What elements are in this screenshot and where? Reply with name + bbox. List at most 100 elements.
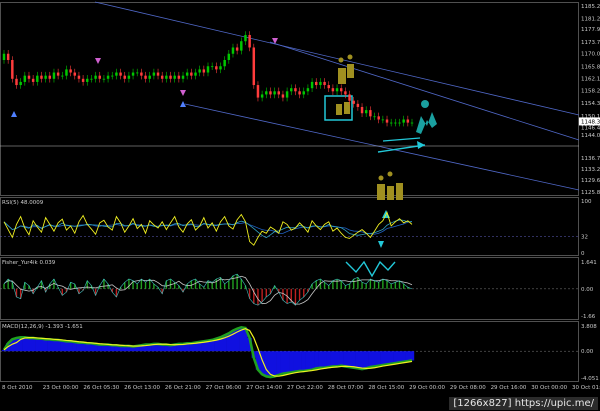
candle-body [165, 75, 168, 79]
candle-body [156, 72, 160, 76]
upic-watermark: [1266x827] https://upic.me/ [449, 397, 598, 410]
macd-histogram-bar [64, 341, 69, 352]
candle-body [173, 75, 176, 79]
candle-body [310, 81, 314, 89]
candle-body [73, 72, 77, 76]
time-tick-label: 27 Oct 14:00 [246, 385, 282, 391]
candle-body [406, 119, 410, 123]
candle-body [52, 72, 56, 79]
candle-body [198, 69, 201, 73]
time-tick-label: 26 Oct 21:00 [165, 385, 201, 391]
candle-body [389, 122, 393, 124]
time-tick-label: 28 Oct 07:00 [328, 385, 364, 391]
candle-body [319, 81, 322, 86]
candle-body [140, 72, 143, 76]
candle-body [169, 75, 172, 79]
candle-body [231, 47, 235, 54]
candle-body [294, 88, 297, 92]
candle-body [377, 116, 380, 120]
indicator-tick-label: -1.66 [581, 314, 596, 320]
indicator-tick-label: 0 [581, 251, 585, 257]
macd-histogram-bar [393, 351, 398, 364]
candle-body [94, 75, 97, 79]
candle-body [11, 60, 14, 79]
candle-body [27, 75, 31, 79]
candle-body [356, 103, 360, 107]
indicator-tick-label: 100 [581, 199, 592, 205]
candle-body [315, 81, 318, 86]
price-tick-label: 1173.71 [581, 40, 600, 46]
price-tick-label: 1165.87 [581, 65, 600, 71]
candle-body [115, 72, 118, 76]
candle-body [290, 88, 293, 92]
macd-histogram-bar [309, 351, 315, 370]
candle-body [127, 75, 131, 79]
macd-histogram-bar [372, 351, 377, 367]
time-tick-label: 29 Oct 16:00 [491, 385, 527, 391]
macd-histogram-bar [14, 337, 19, 352]
candle-body [373, 116, 376, 118]
candle-body [360, 106, 364, 114]
candle-body [298, 91, 301, 95]
macd-histogram-bar [359, 351, 365, 370]
candle-body [111, 75, 114, 77]
current-price-label: 1148.38 [581, 119, 600, 125]
candle-body [152, 72, 156, 76]
macd-histogram-bar [305, 351, 311, 371]
price-tick-label: 1170.00 [581, 52, 600, 58]
candle-body [19, 81, 22, 86]
price-tick-label: 1133.25 [581, 167, 600, 173]
candle-body [277, 91, 281, 95]
indicator-tick-label: 32 [581, 234, 588, 240]
candle-body [302, 91, 305, 95]
candle-body [244, 34, 247, 42]
time-tick-label: 26 Oct 05:30 [83, 385, 119, 391]
time-tick-label: 26 Oct 13:00 [124, 385, 160, 391]
macd-histogram-bar [339, 351, 344, 366]
price-tick-label: 1144.04 [581, 133, 600, 139]
macd-histogram-bar [322, 351, 327, 368]
macd-histogram-bar [60, 340, 65, 352]
candle-body [131, 72, 135, 76]
candle-body [2, 53, 6, 61]
price-tick-label: 1162.10 [581, 76, 600, 82]
candle-body [40, 75, 43, 79]
candle-body [344, 91, 347, 95]
candle-body [240, 41, 243, 51]
price-tick-label: 1185.25 [581, 4, 600, 10]
indicator-tick-label: 1.641 [581, 260, 597, 266]
candle-body [77, 75, 81, 79]
candle-body [44, 75, 47, 79]
time-tick-label: 29 Oct 08:00 [450, 385, 486, 391]
candle-body [123, 75, 126, 79]
candle-body [177, 75, 181, 79]
indicator-tick-label: 0.00 [581, 287, 594, 293]
price-tick-label: 1129.63 [581, 178, 600, 184]
candle-body [119, 72, 122, 76]
macd-histogram-bar [39, 338, 44, 352]
candle-body [206, 66, 210, 73]
candle-body [323, 81, 326, 86]
candle-body [106, 75, 110, 79]
candle-body [219, 66, 222, 70]
macd-histogram-bar [376, 351, 381, 366]
macd-histogram-bar [355, 351, 361, 369]
price-tick-label: 1177.95 [581, 27, 600, 33]
time-tick-label: 28 Oct 15:00 [368, 385, 404, 391]
candle-body [160, 75, 164, 79]
candle-body [194, 72, 197, 76]
macd-histogram-bar [1, 349, 7, 352]
macd-histogram-bar [401, 351, 406, 362]
macd-histogram-bar [384, 351, 390, 365]
macd-histogram-bar [22, 337, 28, 352]
candle-body [398, 122, 401, 124]
time-tick-label: 8 Oct 2010 [2, 385, 33, 391]
macd-histogram-bar [334, 351, 340, 367]
price-tick-label: 1146.45 [581, 125, 600, 131]
candle-body [223, 60, 226, 67]
rsi-title: RSI(5) 48.0009 [2, 200, 44, 206]
time-tick-label: 30 Oct 00:00 [531, 385, 567, 391]
time-tick-label: 27 Oct 22:00 [287, 385, 323, 391]
candle-body [36, 75, 39, 82]
candle-body [135, 72, 139, 74]
